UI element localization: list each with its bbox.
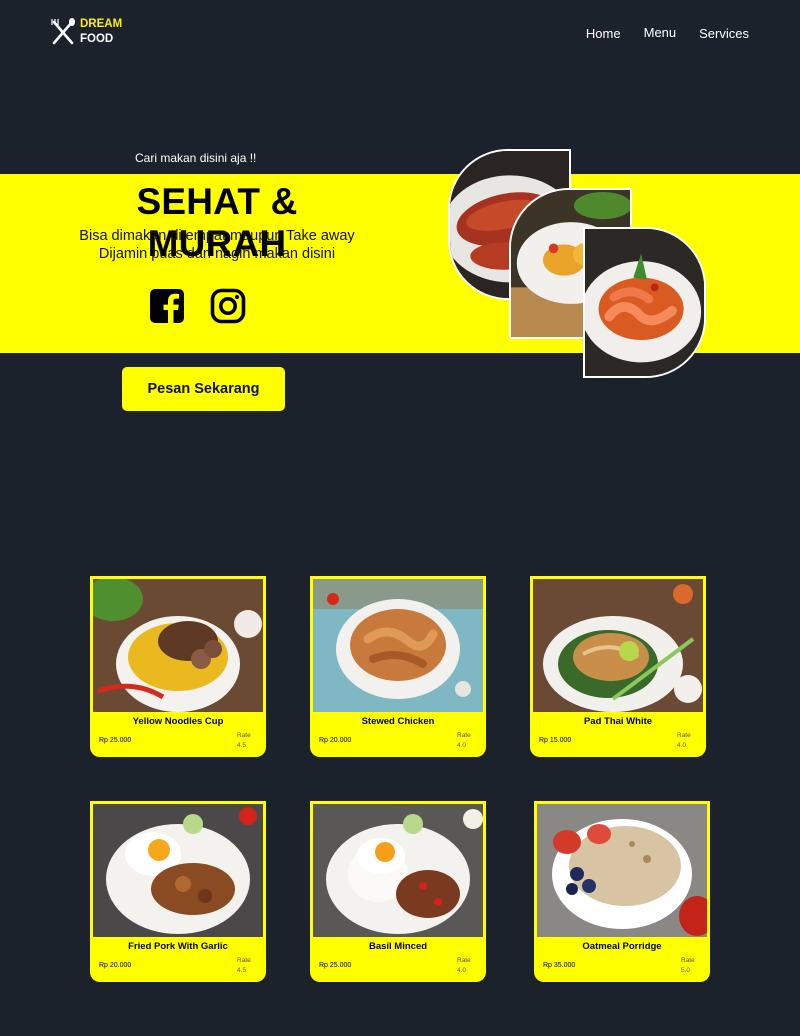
rate-value: 4.5 bbox=[237, 967, 247, 974]
hero-subtitle-line1: Bisa dimakan ditempat maupun Take away bbox=[79, 228, 355, 244]
nav-menu[interactable]: Menu bbox=[644, 25, 677, 40]
hero-subtitle-line2: Dijamin puas dan nagih makan disini bbox=[98, 246, 336, 262]
rate-label: Rate bbox=[237, 957, 251, 964]
food-image bbox=[93, 804, 263, 937]
food-rating: Rate 5.0 bbox=[681, 956, 695, 976]
rate-value: 4.0 bbox=[457, 742, 467, 749]
food-image bbox=[537, 804, 707, 937]
fork-knife-icon bbox=[51, 18, 75, 45]
brand-name: DREAM FOOD bbox=[80, 17, 122, 47]
food-rating: Rate 4.0 bbox=[677, 731, 691, 751]
food-price: Rp 25.000 bbox=[319, 962, 352, 969]
food-image bbox=[313, 579, 483, 712]
rate-label: Rate bbox=[681, 957, 695, 964]
food-image bbox=[313, 804, 483, 937]
hero-photo-shrimp-curry bbox=[583, 227, 706, 378]
rate-label: Rate bbox=[457, 957, 471, 964]
main-nav: Home Menu Services bbox=[563, 25, 749, 41]
hero-tagline: Cari makan disini aja !! bbox=[135, 151, 257, 165]
food-rating: Rate 4.5 bbox=[237, 731, 251, 751]
hero-subtitle: Bisa dimakan ditempat maupun Take away D… bbox=[52, 227, 382, 263]
menu-card-oatmeal-porridge[interactable]: Oatmeal Porridge Rp 35.000 Rate 5.0 bbox=[534, 801, 710, 982]
food-rating: Rate 4.5 bbox=[237, 956, 251, 976]
social-links bbox=[149, 288, 246, 324]
rate-label: Rate bbox=[457, 732, 471, 739]
food-name: Yellow Noodles Cup bbox=[132, 716, 224, 727]
food-price: Rp 15.000 bbox=[539, 737, 572, 744]
brand-line2: FOOD bbox=[80, 33, 114, 45]
rate-label: Rate bbox=[677, 732, 691, 739]
food-price: Rp 25.000 bbox=[99, 737, 132, 744]
rate-label: Rate bbox=[237, 732, 251, 739]
food-name: Pad Thai White bbox=[583, 716, 653, 727]
order-now-button[interactable]: Pesan Sekarang bbox=[122, 367, 285, 411]
nav-home[interactable]: Home bbox=[586, 26, 621, 41]
menu-card-yellow-noodles[interactable]: Yellow Noodles Cup Rp 25.000 Rate 4.5 bbox=[90, 576, 266, 757]
instagram-icon[interactable] bbox=[210, 288, 246, 324]
rate-value: 4.0 bbox=[457, 967, 467, 974]
brand-line1: DREAM bbox=[80, 18, 123, 30]
brand-logo[interactable]: DREAM FOOD bbox=[50, 17, 122, 47]
menu-card-fried-pork[interactable]: Fried Pork With Garlic Rp 20.000 Rate 4.… bbox=[90, 801, 266, 982]
food-name: Oatmeal Porridge bbox=[582, 941, 662, 952]
food-name: Fried Pork With Garlic bbox=[128, 941, 228, 952]
food-image bbox=[533, 579, 703, 712]
food-name: Stewed Chicken bbox=[361, 716, 435, 727]
facebook-icon[interactable] bbox=[149, 288, 185, 324]
nav-services[interactable]: Services bbox=[699, 26, 749, 41]
food-name: Basil Minced bbox=[368, 941, 428, 952]
menu-card-pad-thai[interactable]: Pad Thai White Rp 15.000 Rate 4.0 bbox=[530, 576, 706, 757]
rate-value: 4.0 bbox=[677, 742, 687, 749]
rate-value: 4.5 bbox=[237, 742, 247, 749]
rate-value: 5.0 bbox=[681, 967, 691, 974]
food-image bbox=[93, 579, 263, 712]
food-price: Rp 35.000 bbox=[543, 962, 576, 969]
food-price: Rp 20.000 bbox=[99, 962, 132, 969]
food-rating: Rate 4.0 bbox=[457, 956, 471, 976]
menu-card-basil-minced[interactable]: Basil Minced Rp 25.000 Rate 4.0 bbox=[310, 801, 486, 982]
menu-card-stewed-chicken[interactable]: Stewed Chicken Rp 20.000 Rate 4.0 bbox=[310, 576, 486, 757]
food-rating: Rate 4.0 bbox=[457, 731, 471, 751]
food-price: Rp 20.000 bbox=[319, 737, 352, 744]
